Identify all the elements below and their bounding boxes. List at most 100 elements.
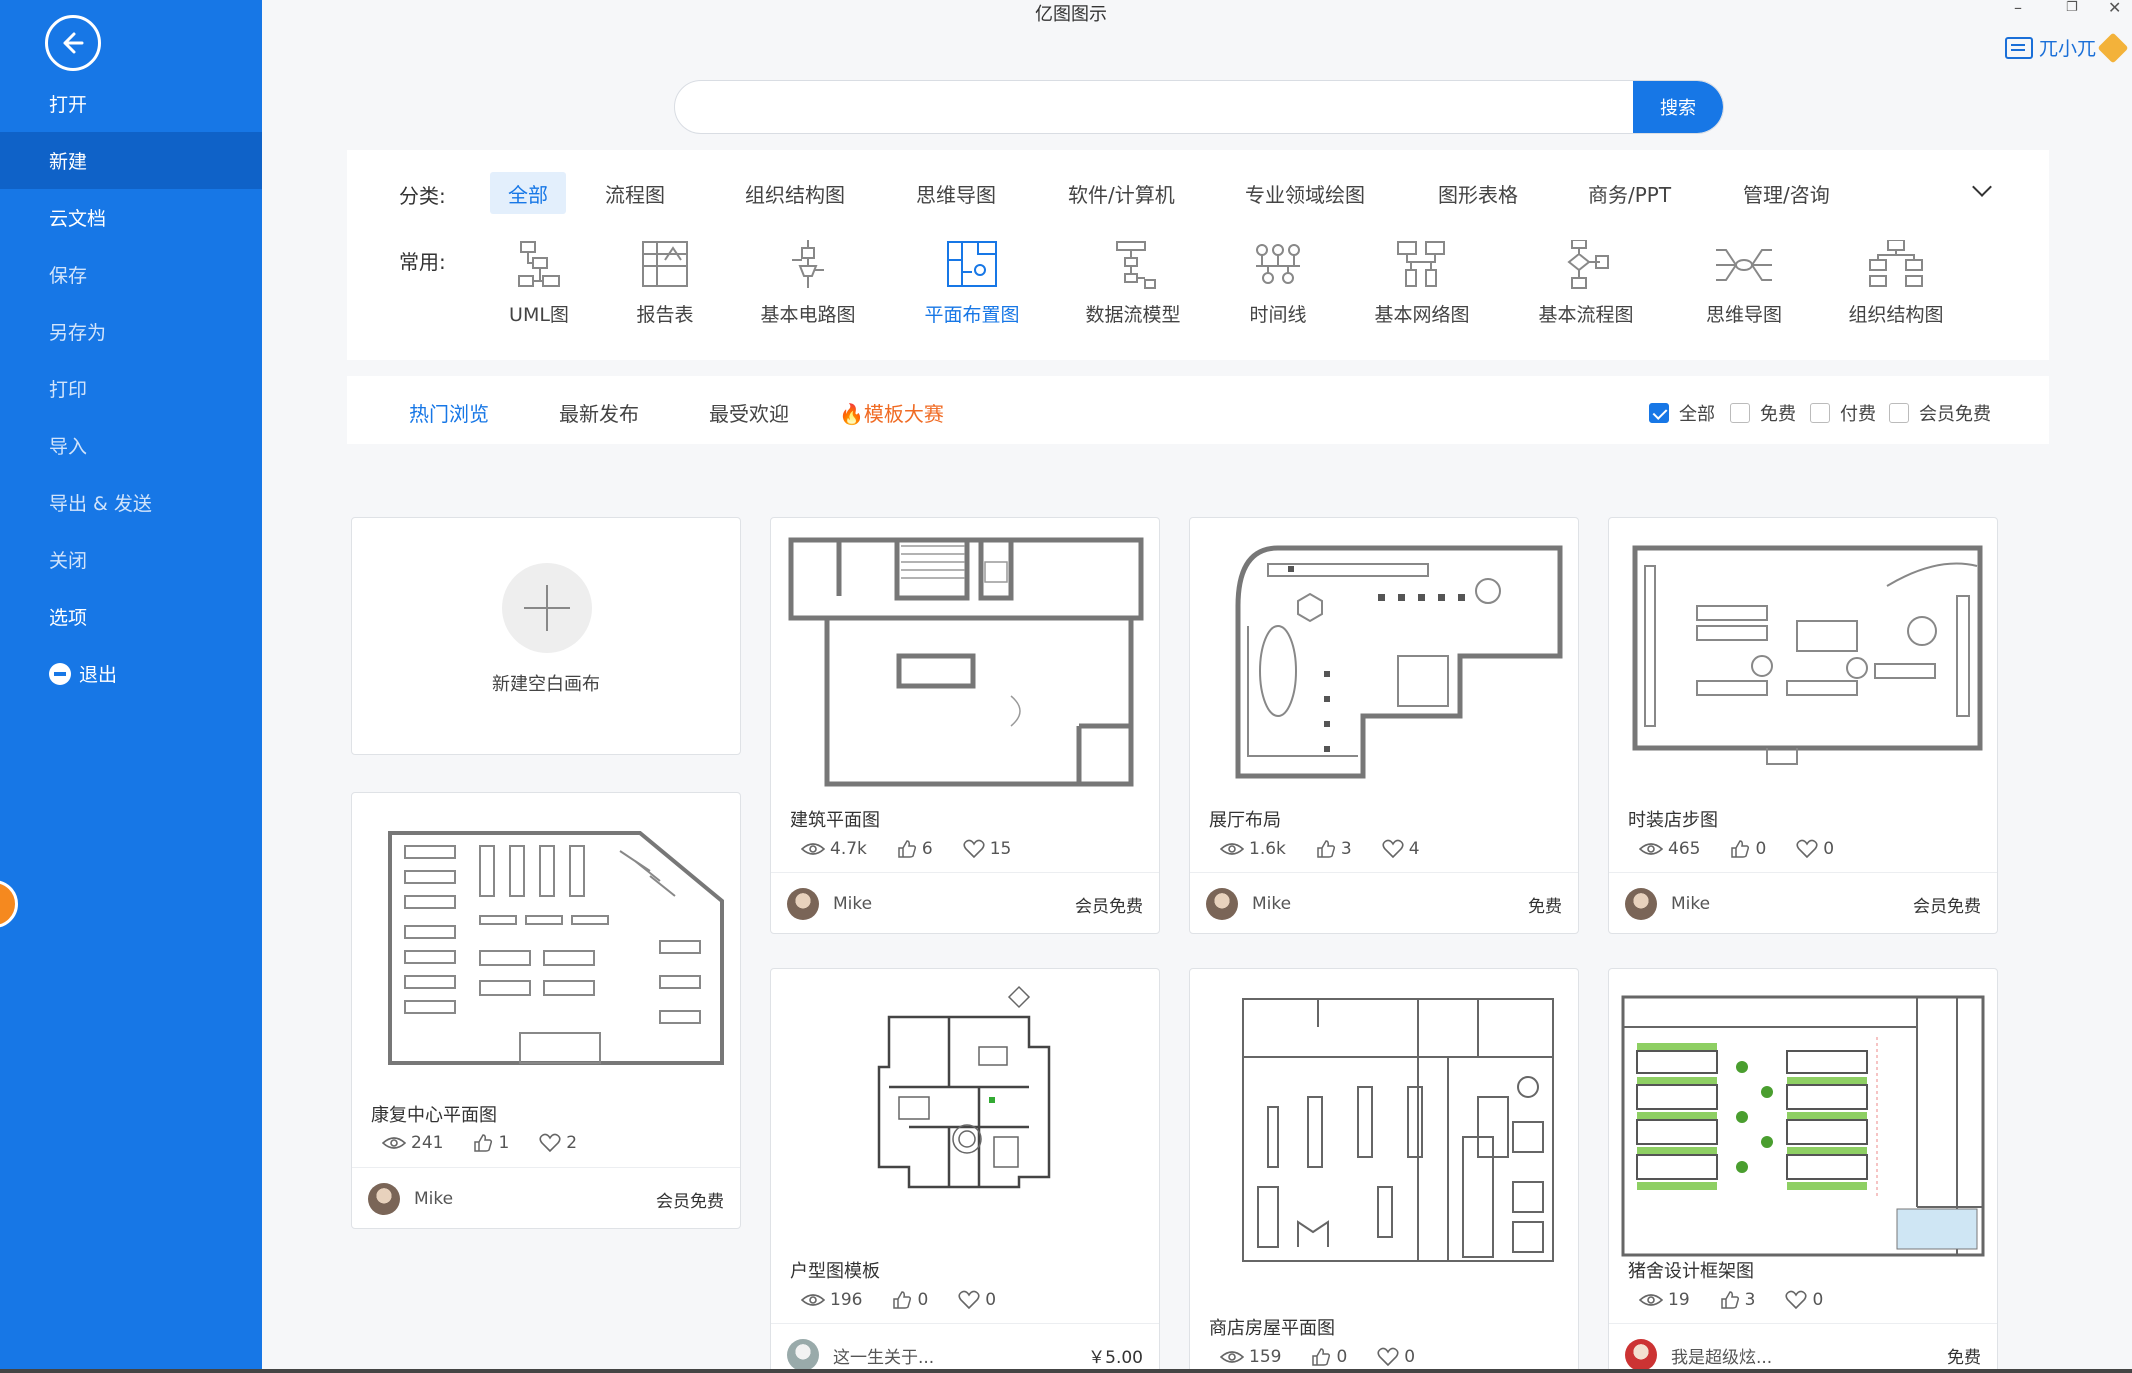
favs-count: 2 xyxy=(566,1133,578,1153)
likes-stat[interactable]: 0 xyxy=(892,1290,928,1310)
category-mindmap[interactable]: 思维导图 xyxy=(898,172,1014,214)
sidebar-item-save-as[interactable]: 另存为 xyxy=(0,303,262,360)
likes-stat[interactable]: 3 xyxy=(1720,1290,1755,1310)
filter-free[interactable]: 免费 xyxy=(1730,400,1796,426)
card-title: 建筑平面图 xyxy=(790,810,880,831)
common-dataflow[interactable]: 数据流模型 xyxy=(1058,240,1208,327)
common-label-text: 基本电路图 xyxy=(760,304,856,326)
template-card[interactable]: 商店房屋平面图 159 0 0 xyxy=(1189,968,1579,1373)
views-stat: 196 xyxy=(801,1290,862,1310)
card-author[interactable]: Mike xyxy=(787,888,872,920)
sidebar-item-export[interactable]: 导出 & 发送 xyxy=(0,474,262,531)
template-card[interactable]: 时装店步图 465 0 0 Mike 会员免费 xyxy=(1608,517,1998,934)
sidebar-item-save[interactable]: 保存 xyxy=(0,246,262,303)
filter-paid[interactable]: 付费 xyxy=(1810,400,1876,426)
back-arrow-icon[interactable] xyxy=(45,15,101,71)
common-orgchart[interactable]: 组织结构图 xyxy=(1821,239,1971,327)
favs-stat[interactable]: 0 xyxy=(958,1290,996,1310)
template-card[interactable]: 康复中心平面图 241 1 2 Mike 会员免费 xyxy=(351,792,741,1229)
message-icon[interactable] xyxy=(2004,36,2033,59)
search-input[interactable] xyxy=(695,81,1615,133)
checkbox-checked-icon[interactable] xyxy=(1649,403,1669,423)
template-card[interactable]: 展厅布局 1.6k 3 4 Mike 免费 xyxy=(1189,517,1579,934)
common-floorplan[interactable]: 平面布置图 xyxy=(897,240,1047,327)
common-flowchart[interactable]: 基本流程图 xyxy=(1511,239,1661,327)
sidebar-item-print[interactable]: 打印 xyxy=(0,360,262,417)
card-title: 康复中心平面图 xyxy=(371,1105,497,1126)
filter-all[interactable]: 全部 xyxy=(1649,400,1715,426)
common-label-text: 基本流程图 xyxy=(1538,304,1634,326)
minimize-icon[interactable]: – xyxy=(2014,0,2022,17)
category-software[interactable]: 软件/计算机 xyxy=(1050,172,1193,214)
heart-icon xyxy=(1377,1347,1399,1367)
template-card[interactable]: 猪舍设计框架图 19 3 0 我是超级炫... 免费 xyxy=(1608,968,1998,1373)
favs-stat[interactable]: 4 xyxy=(1382,839,1420,859)
tab-template-contest[interactable]: 🔥模板大赛 xyxy=(839,398,944,427)
sidebar-item-cloud[interactable]: 云文档 xyxy=(0,189,262,246)
tab-latest[interactable]: 最新发布 xyxy=(559,398,639,427)
tab-popular[interactable]: 最受欢迎 xyxy=(709,398,789,427)
chevron-down-icon[interactable] xyxy=(1972,177,1992,197)
card-author[interactable]: Mike xyxy=(1625,888,1710,920)
sidebar-item-new[interactable]: 新建 xyxy=(0,132,262,189)
common-report[interactable]: 报告表 xyxy=(590,240,740,327)
card-divider xyxy=(771,872,1159,873)
likes-stat[interactable]: 3 xyxy=(1316,839,1352,859)
card-author[interactable]: Mike xyxy=(1206,888,1291,920)
close-icon[interactable]: ✕ xyxy=(2108,0,2121,17)
avatar xyxy=(1206,888,1238,920)
common-network[interactable]: 基本网络图 xyxy=(1347,240,1497,327)
common-label-text: 基本网络图 xyxy=(1374,304,1470,326)
common-timeline[interactable]: 时间线 xyxy=(1203,240,1353,327)
checkbox-icon[interactable] xyxy=(1810,403,1830,423)
checkbox-icon[interactable] xyxy=(1889,403,1909,423)
likes-stat[interactable]: 1 xyxy=(473,1133,509,1153)
category-label: 分类: xyxy=(399,184,446,208)
common-mindmap[interactable]: 思维导图 xyxy=(1669,240,1819,327)
favs-stat[interactable]: 0 xyxy=(1796,839,1834,859)
likes-stat[interactable]: 6 xyxy=(897,839,933,859)
category-professional[interactable]: 专业领域绘图 xyxy=(1227,172,1383,214)
likes-stat[interactable]: 0 xyxy=(1311,1347,1347,1367)
filter-vip-free[interactable]: 会员免费 xyxy=(1889,400,1991,426)
likes-stat[interactable]: 0 xyxy=(1730,839,1766,859)
card-author[interactable]: Mike xyxy=(368,1183,453,1215)
favs-stat[interactable]: 2 xyxy=(539,1133,577,1153)
card-author[interactable]: 这一生关于... xyxy=(787,1339,934,1371)
template-card[interactable]: 户型图模板 196 0 0 这一生关于... ￥5.00 xyxy=(770,968,1160,1373)
sidebar-item-label: 打开 xyxy=(49,94,88,116)
thumbs-up-icon xyxy=(474,1134,493,1152)
favs-stat[interactable]: 15 xyxy=(963,839,1011,859)
sidebar-item-open[interactable]: 打开 xyxy=(0,75,262,132)
category-orgchart[interactable]: 组织结构图 xyxy=(727,172,863,214)
common-circuit[interactable]: 基本电路图 xyxy=(733,240,883,327)
views-stat: 19 xyxy=(1639,1290,1690,1310)
search-button[interactable]: 搜索 xyxy=(1633,81,1723,133)
restore-icon[interactable]: ❐ xyxy=(2066,0,2078,15)
views-count: 159 xyxy=(1249,1347,1282,1367)
mindmap-icon xyxy=(1716,249,1772,281)
template-thumbnail xyxy=(1235,545,1563,779)
avatar xyxy=(1625,888,1657,920)
likes-count: 3 xyxy=(1340,839,1352,859)
category-all[interactable]: 全部 xyxy=(490,172,566,214)
user-profile[interactable]: 兀小兀 xyxy=(2004,31,2129,64)
category-flowchart[interactable]: 流程图 xyxy=(587,172,683,214)
likes-count: 6 xyxy=(921,839,933,859)
sidebar-item-close[interactable]: 关闭 xyxy=(0,531,262,588)
favs-stat[interactable]: 0 xyxy=(1377,1347,1415,1367)
card-stats: 465 0 0 xyxy=(1639,839,1834,859)
card-author[interactable]: 我是超级炫... xyxy=(1625,1339,1772,1371)
new-blank-canvas-card[interactable]: 新建空白画布 xyxy=(351,517,741,755)
thumbs-up-icon xyxy=(898,840,916,858)
favs-stat[interactable]: 0 xyxy=(1785,1290,1823,1310)
tab-hot-browse[interactable]: 热门浏览 xyxy=(409,398,489,427)
sidebar-item-exit[interactable]: 退出 xyxy=(0,645,262,702)
sidebar-item-options[interactable]: 选项 xyxy=(0,588,262,645)
checkbox-icon[interactable] xyxy=(1730,403,1750,423)
category-graphics-table[interactable]: 图形表格 xyxy=(1420,172,1536,214)
template-card[interactable]: 建筑平面图 4.7k 6 15 Mike 会员免费 xyxy=(770,517,1160,934)
category-business-ppt[interactable]: 商务/PPT xyxy=(1570,172,1689,214)
sidebar-item-import[interactable]: 导入 xyxy=(0,417,262,474)
category-management[interactable]: 管理/咨询 xyxy=(1725,172,1848,214)
